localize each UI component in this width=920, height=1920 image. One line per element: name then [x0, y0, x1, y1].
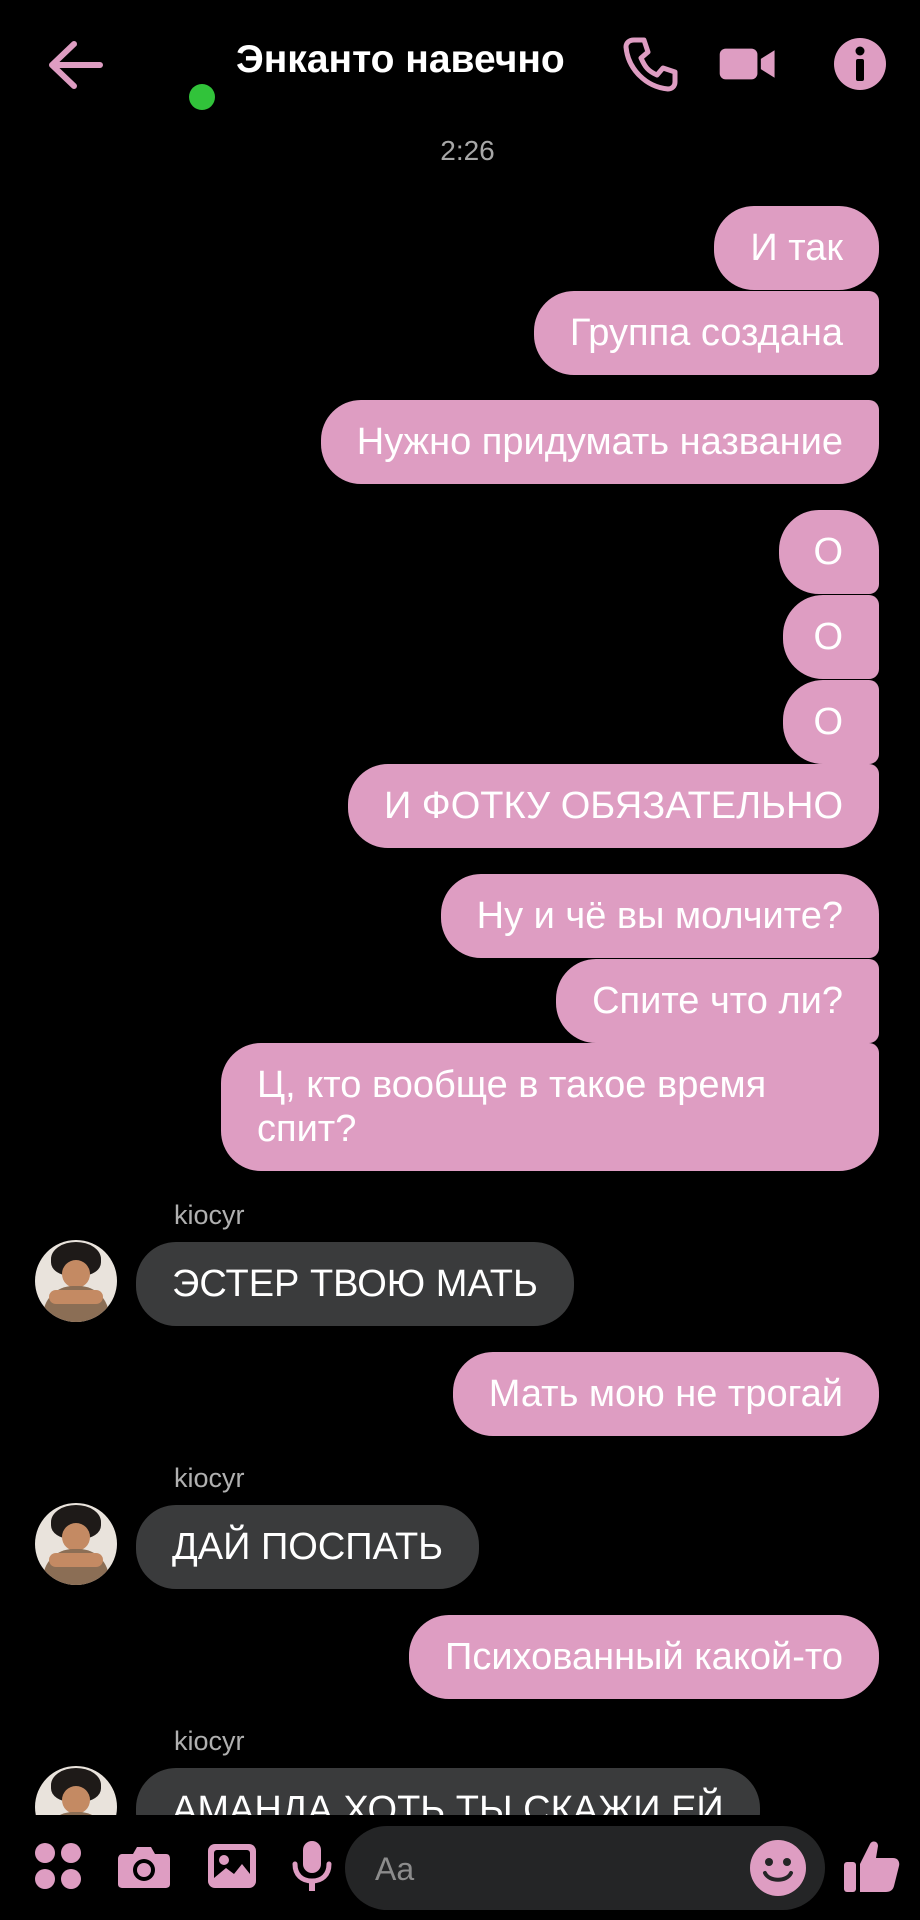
sender-name: kiocyr [174, 1200, 245, 1230]
camera-icon[interactable] [116, 1838, 172, 1894]
emoji-icon[interactable] [748, 1838, 808, 1898]
message-bubble-outgoing[interactable]: О [783, 680, 879, 764]
message-bubble-outgoing[interactable]: Нужно придумать название [320, 400, 879, 484]
message-bubble-outgoing[interactable]: Группа создана [533, 291, 879, 375]
avatar[interactable] [35, 1503, 117, 1585]
message-input[interactable] [373, 1826, 757, 1912]
message-bubble-outgoing[interactable]: И так [714, 206, 879, 290]
chat-header: Энканто навечно [0, 0, 920, 135]
message-bubble-incoming[interactable]: АМАНДА ХОТЬ ТЫ СКАЖИ ЕЙ [136, 1768, 760, 1815]
microphone-icon[interactable] [284, 1838, 340, 1894]
message-bubble-outgoing[interactable]: О [783, 595, 879, 679]
message-bubble-outgoing[interactable]: Спите что ли? [556, 959, 879, 1043]
phone-icon[interactable] [620, 34, 680, 94]
info-icon[interactable] [830, 34, 890, 94]
thumbs-up-icon[interactable] [842, 1836, 902, 1896]
message-bubble-outgoing[interactable]: Психованный какой-то [409, 1615, 879, 1699]
message-bubble-outgoing[interactable]: И ФОТКУ ОБЯЗАТЕЛЬНО [347, 764, 879, 848]
avatar[interactable] [35, 1766, 117, 1815]
back-arrow-icon[interactable] [44, 38, 104, 92]
message-bubble-incoming[interactable]: ДАЙ ПОСПАТЬ [136, 1505, 480, 1589]
sender-name: kiocyr [174, 1463, 245, 1493]
message-bubble-outgoing[interactable]: О [779, 510, 879, 594]
video-camera-icon[interactable] [718, 34, 778, 94]
message-bubble-outgoing[interactable]: Ц, кто вообще в такое время спит? [221, 1043, 879, 1171]
message-bubble-outgoing[interactable]: Мать мою не трогай [452, 1352, 879, 1436]
image-icon[interactable] [204, 1838, 260, 1894]
message-bubble-outgoing[interactable]: Ну и чё вы молчите? [440, 874, 879, 958]
four-dots-icon[interactable] [30, 1838, 86, 1894]
message-list[interactable]: 2:26 И так Группа создана Нужно придумат… [0, 0, 920, 1815]
message-timestamp: 2:26 [440, 135, 495, 166]
online-status-dot [189, 84, 215, 110]
avatar[interactable] [35, 1240, 117, 1322]
sender-name: kiocyr [174, 1726, 245, 1756]
chat-title[interactable]: Энканто навечно [236, 38, 565, 82]
message-bubble-incoming[interactable]: ЭСТЕР ТВОЮ МАТЬ [136, 1242, 574, 1326]
